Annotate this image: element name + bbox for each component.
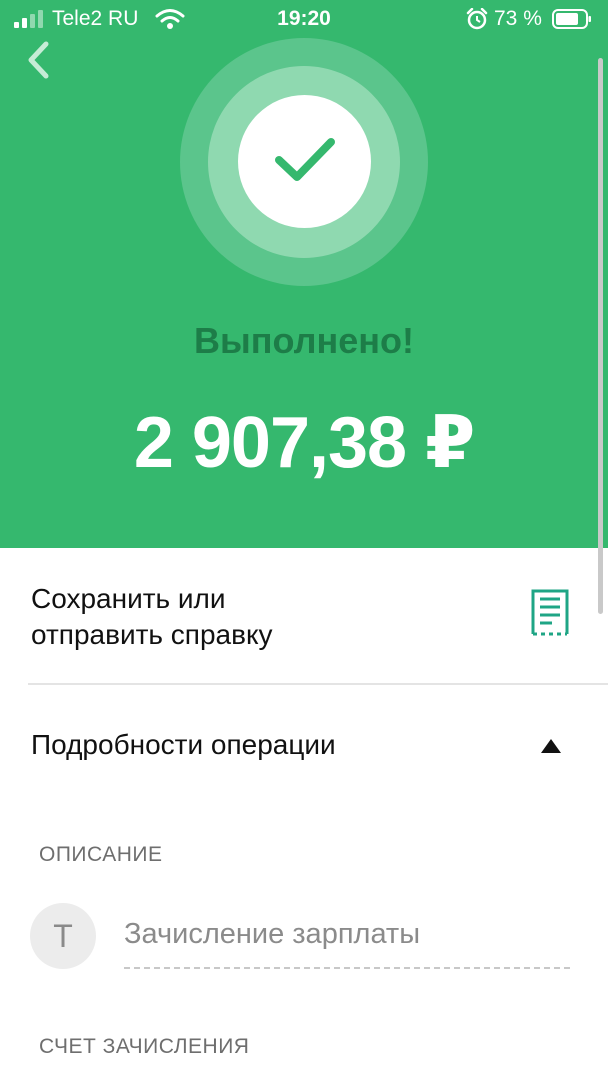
operation-amount: 2 907,38 ₽ [133,403,475,483]
alarm-icon [466,8,488,30]
checkmark-icon [275,138,335,181]
account-section-label: СЧЕТ ЗАЧИСЛЕНИЯ [39,1035,250,1058]
operation-details-label: Подробности операции [31,729,336,760]
status-bar: Tele2 RU 19:20 73 % [0,0,608,40]
save-receipt-label: Сохранить или отправить справку [31,583,273,650]
scrollbar[interactable] [598,58,603,614]
back-button[interactable] [20,40,60,80]
avatar: Т [30,903,96,969]
description-section-label: ОПИСАНИЕ [39,843,163,866]
description-value: Зачисление зарплаты [124,918,421,950]
success-header: Tele2 RU 19:20 73 % Выполнено! 2 907,38 … [0,0,608,548]
caret-up-icon [541,739,561,753]
operation-status: Выполнено! [194,320,414,361]
description-field[interactable]: Зачисление зарплаты [124,913,570,969]
section-divider [28,683,608,685]
description-underline [124,967,570,969]
battery-percent: 73 % [494,7,542,30]
chevron-left-icon [28,41,49,79]
battery-icon [552,9,591,29]
receipt-icon [531,589,569,636]
